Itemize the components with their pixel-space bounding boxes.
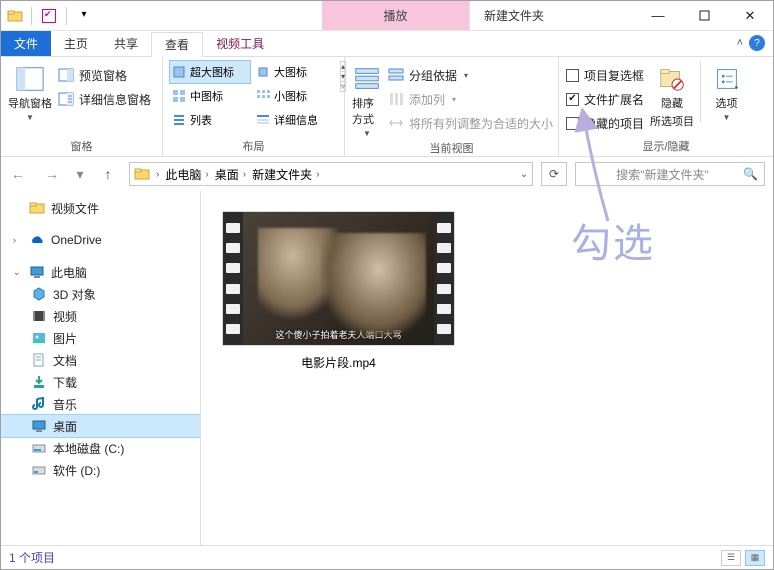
help-icon[interactable]: ? [749,35,765,51]
tree-3d-objects[interactable]: 3D 对象 [1,283,200,305]
layout-small[interactable]: 小图标 [254,85,330,107]
tab-view[interactable]: 查看 [151,32,203,57]
thumbnail-subtitle: 这个傻小子拍着老夫人端口大骂 [243,328,434,341]
add-columns-button[interactable]: 添加列▾ [388,89,553,109]
title-bar: ▾ 播放 新建文件夹 — ✕ [1,1,773,31]
checkbox-item-checkboxes[interactable]: 项目复选框 [566,65,644,85]
file-list[interactable]: 这个傻小子拍着老夫人端口大骂 电影片段.mp4 [201,191,773,545]
hide-selected-l2: 所选项目 [650,113,694,129]
minimize-button[interactable]: — [635,1,681,30]
ribbon-group-panes-label: 窗格 [8,136,155,154]
sort-by-button[interactable]: 排序方式 ▼ [352,61,382,138]
fit-columns-button[interactable]: 将所有列调整为合适的大小 [388,113,553,133]
layout-large[interactable]: 大图标 [254,61,330,83]
ribbon-group-layout: 超大图标 大图标 中图标 小图标 列表 详细信息 ▴▾▿ 布局 [163,57,345,156]
ribbon-group-current-view: 排序方式 ▼ 分组依据▾ 添加列▾ 将所有列调整为合适的大小 当前视图 [345,57,559,156]
breadcrumb-folder[interactable]: 新建文件夹 › [252,166,319,183]
quick-access-toolbar: ▾ [1,1,99,30]
search-icon: 🔍 [743,167,758,181]
nav-forward-button[interactable]: → [39,161,65,187]
qa-properties-icon[interactable] [40,7,58,25]
layout-extra-large[interactable]: 超大图标 [170,61,250,83]
tree-videos[interactable]: 视频 [1,305,200,327]
tree-pictures[interactable]: 图片 [1,327,200,349]
hide-selected-l1: 隐藏 [661,95,683,111]
ribbon-group-current-view-label: 当前视图 [352,138,551,156]
tree-local-disk-c[interactable]: 本地磁盘 (C:) [1,437,200,459]
breadcrumb-this-pc[interactable]: 此电脑 › [165,166,208,183]
tab-share[interactable]: 共享 [101,31,151,56]
layout-medium[interactable]: 中图标 [170,85,250,107]
navigation-tree[interactable]: 视频文件 ›OneDrive ⌄此电脑 3D 对象 视频 图片 文档 下载 音乐… [1,191,201,545]
file-name[interactable]: 电影片段.mp4 [301,354,376,371]
ribbon-group-panes: 导航窗格 ▼ 预览窗格 详细信息窗格 窗格 [1,57,163,156]
layout-list[interactable]: 列表 [170,109,250,131]
tab-home[interactable]: 主页 [51,31,101,56]
contextual-tab-play[interactable]: 播放 [322,1,470,30]
tree-desktop[interactable]: 桌面 [1,415,200,437]
nav-up-button[interactable]: ↑ [95,161,121,187]
address-history-dropdown[interactable]: ⌄ [520,169,528,180]
ribbon-group-show-hide-label: 显示/隐藏 [566,136,766,154]
close-button[interactable]: ✕ [727,1,773,30]
details-pane-button[interactable]: 详细信息窗格 [58,89,151,109]
tree-downloads[interactable]: 下载 [1,371,200,393]
video-thumbnail: 这个傻小子拍着老夫人端口大骂 [222,211,455,346]
tree-onedrive[interactable]: ›OneDrive [1,229,200,251]
window-title: 新建文件夹 [470,1,558,30]
status-item-count: 1 个项目 [9,549,55,566]
sort-by-label: 排序方式 [352,95,382,127]
explorer-body: 视频文件 ›OneDrive ⌄此电脑 3D 对象 视频 图片 文档 下载 音乐… [1,191,773,545]
ribbon-collapse-caret[interactable]: ˄ [737,37,743,49]
search-placeholder: 搜索"新建文件夹" [616,166,709,183]
tree-video-files[interactable]: 视频文件 [1,197,200,219]
tree-disk-d[interactable]: 软件 (D:) [1,459,200,481]
breadcrumb-desktop[interactable]: 桌面 › [215,166,246,183]
tree-this-pc[interactable]: ⌄此电脑 [1,261,200,283]
status-view-details[interactable]: ☰ [721,550,741,566]
tree-music[interactable]: 音乐 [1,393,200,415]
checkbox-file-extensions[interactable]: 文件扩展名 [566,89,644,109]
status-view-large-icons[interactable]: ▦ [745,550,765,566]
layout-details[interactable]: 详细信息 [254,109,330,131]
options-button[interactable]: 选项 ▼ [700,61,744,122]
preview-pane-button[interactable]: 预览窗格 [58,65,151,85]
file-item[interactable]: 这个傻小子拍着老夫人端口大骂 电影片段.mp4 [221,211,456,371]
refresh-button[interactable]: ⟳ [541,162,567,186]
address-bar[interactable]: › 此电脑 › 桌面 › 新建文件夹 › ⌄ [129,162,533,186]
ribbon-group-show-hide: 项目复选框 文件扩展名 隐藏的项目 隐藏 所选项目 选项 ▼ 显示/隐藏 [559,57,773,156]
maximize-button[interactable] [681,1,727,30]
tab-file[interactable]: 文件 [1,31,51,56]
qa-customize-dropdown[interactable]: ▾ [75,6,93,24]
nav-pane-label: 导航窗格 [8,95,52,111]
nav-recent-dropdown[interactable]: ▾ [73,161,87,187]
ribbon-group-layout-label: 布局 [170,136,337,154]
tab-video-tools[interactable]: 视频工具 [203,31,277,56]
layout-gallery[interactable]: 超大图标 大图标 中图标 小图标 列表 详细信息 [170,61,330,131]
search-box[interactable]: 搜索"新建文件夹" 🔍 [575,162,765,186]
ribbon: 导航窗格 ▼ 预览窗格 详细信息窗格 窗格 [1,57,773,157]
window-controls: — ✕ [635,1,773,30]
folder-icon [134,166,150,182]
ribbon-tabs: 文件 主页 共享 查看 视频工具 ˄ ? [1,31,773,57]
navigation-pane-button[interactable]: 导航窗格 ▼ [8,61,52,122]
options-label: 选项 [716,95,738,111]
checkbox-hidden-items[interactable]: 隐藏的项目 [566,113,644,133]
explorer-window: ▾ 播放 新建文件夹 — ✕ 文件 主页 共享 查看 视频工具 ˄ ? 导航窗格 [0,0,774,570]
group-by-button[interactable]: 分组依据▾ [388,65,553,85]
hide-selected-button[interactable]: 隐藏 所选项目 [650,61,694,129]
status-bar: 1 个项目 ☰ ▦ [1,545,773,569]
address-bar-row: ← → ▾ ↑ › 此电脑 › 桌面 › 新建文件夹 › ⌄ ⟳ 搜索"新建文件… [1,157,773,191]
folder-app-icon [7,8,23,24]
nav-back-button[interactable]: ← [5,161,31,187]
tree-documents[interactable]: 文档 [1,349,200,371]
